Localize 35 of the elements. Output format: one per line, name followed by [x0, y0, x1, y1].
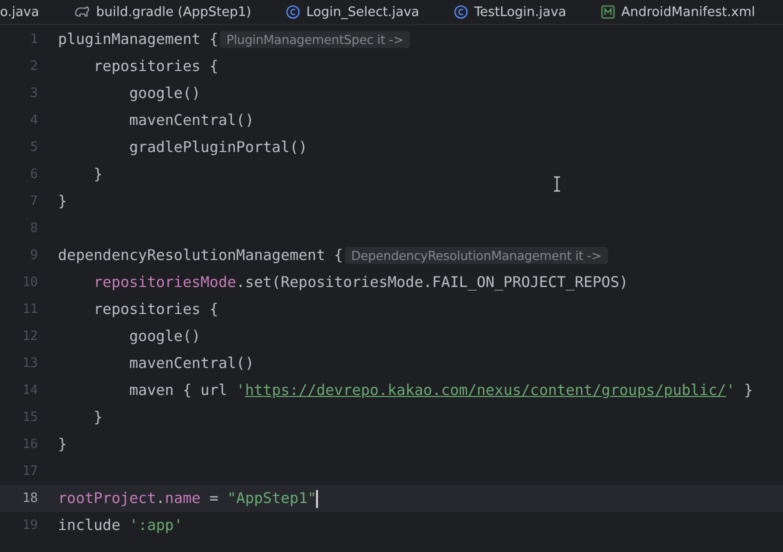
code-text: repositories {: [92, 58, 218, 75]
line-number: 18: [21, 491, 38, 506]
string-literal: ': [726, 382, 736, 399]
code-text: .set(RepositoriesMode.FAIL_ON_PROJECT_REPOS): [236, 274, 628, 291]
code-text: =: [208, 490, 220, 507]
string-literal: ':app': [129, 517, 183, 534]
code-text: include: [58, 517, 122, 534]
string-literal: "AppStep1": [227, 490, 316, 507]
code-text: repositories {: [92, 301, 218, 318]
code-text: }: [92, 409, 103, 426]
code-text: mavenCentral(): [128, 355, 254, 372]
code-text: }: [58, 193, 67, 210]
string-literal: ': [236, 382, 246, 399]
code-text: .: [156, 490, 165, 507]
code-text: mavenCentral(): [128, 112, 254, 129]
code-text: gradlePluginPortal(): [128, 139, 308, 156]
inlay-hint: PluginManagementSpec it ->: [220, 31, 410, 48]
code-text: google(): [128, 328, 201, 345]
file-tab[interactable]: o.java: [0, 0, 58, 24]
property-name: repositoriesMode: [92, 274, 236, 291]
code-text: }: [742, 382, 753, 399]
code-text: pluginManagement {: [58, 31, 218, 48]
file-tab[interactable]: build.gradle (AppStep1): [57, 0, 270, 24]
code-text: }: [92, 166, 103, 183]
property-name: name: [164, 490, 201, 507]
inlay-hint: DependencyResolutionManagement it ->: [345, 247, 608, 264]
url-link[interactable]: https://devrepo.kakao.com/nexus/content/groups/public/: [245, 382, 726, 399]
code-text: maven { url: [128, 382, 228, 399]
code-text: dependencyResolutionManagement {: [58, 247, 344, 264]
file-tab[interactable]: TestLogin.java: [437, 0, 584, 24]
code-text: }: [58, 436, 67, 453]
property-name: rootProject: [58, 490, 156, 507]
file-tab[interactable]: AndroidManifest.xml: [584, 0, 774, 24]
code-text: google(): [128, 85, 201, 102]
file-tab[interactable]: Login_Select.java: [269, 0, 438, 24]
